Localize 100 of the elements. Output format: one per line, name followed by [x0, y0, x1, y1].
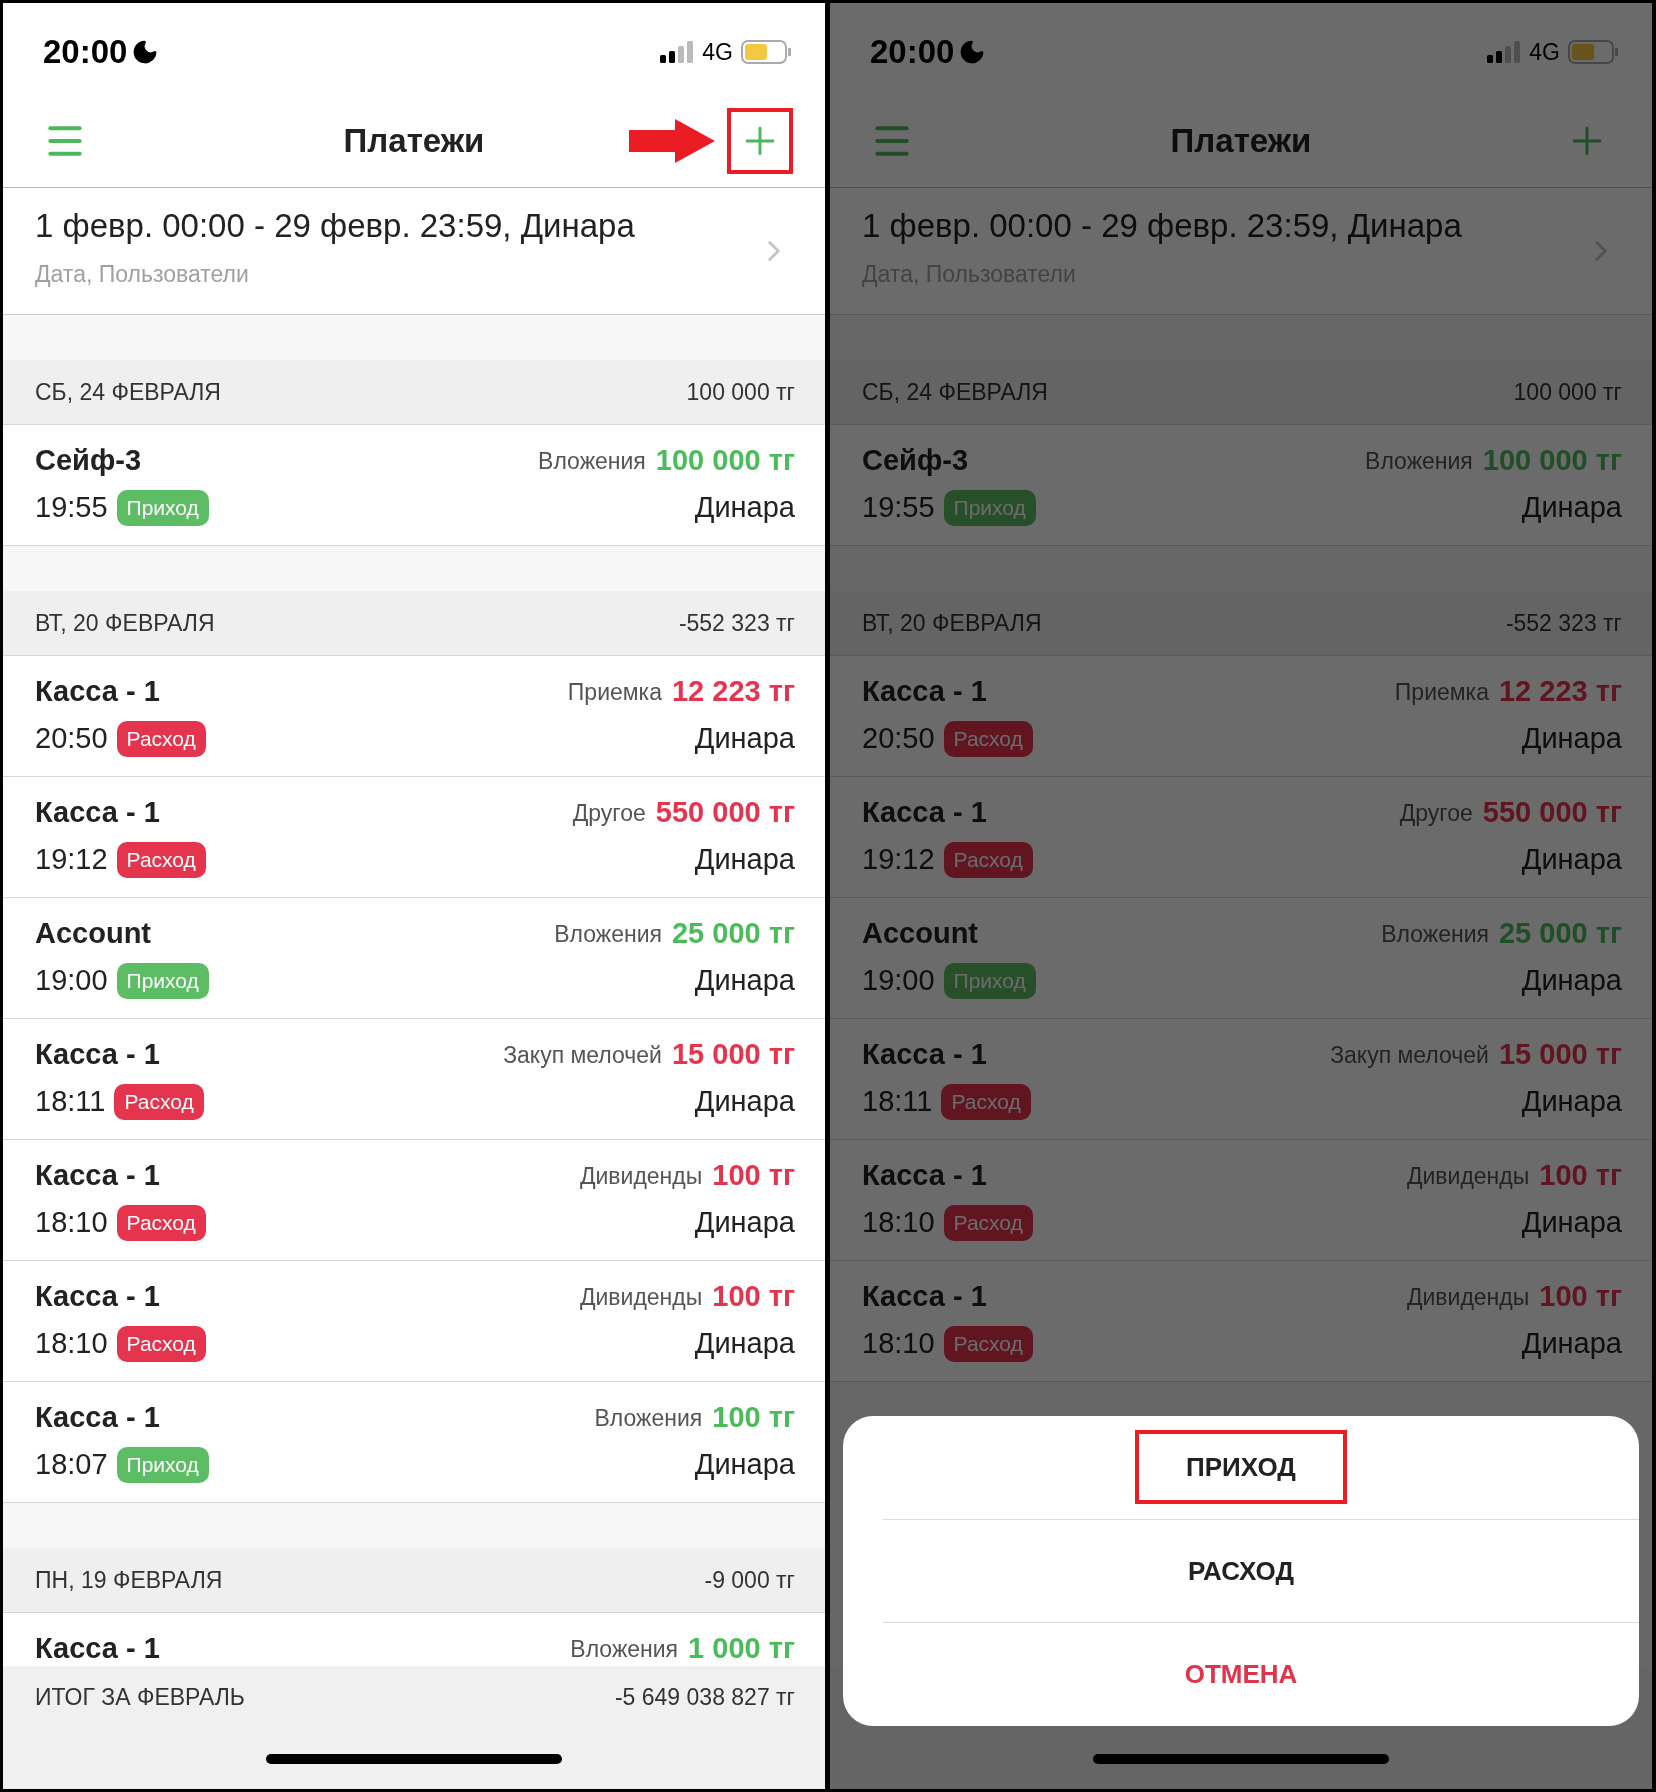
category-label: Вложения [1381, 919, 1489, 949]
account-name: Сейф-3 [35, 443, 142, 479]
clock-time: 20:00 [870, 32, 955, 73]
payment-row[interactable]: Account Вложения 25 000 тг 19:00 Приход Динара [830, 898, 1652, 1019]
payment-row[interactable]: Касса - 1 Дивиденды 100 тг 18:10 Расход Динара [830, 1140, 1652, 1261]
category-label: Вложения [538, 446, 646, 476]
sheet-option[interactable]: РАСХОД [1135, 1534, 1347, 1608]
user-name: Динара [1521, 721, 1622, 757]
amount-text: 100 тг [1539, 1279, 1622, 1315]
user-name: Динара [1521, 1326, 1622, 1362]
category-label: Закуп мелочей [503, 1040, 662, 1070]
date-label: ВТ, 20 ФЕВРАЛЯ [862, 608, 1042, 638]
amount-text: 15 000 тг [671, 1037, 795, 1073]
filter-row[interactable]: 1 февр. 00:00 - 29 февр. 23:59, Динара Дата, Пользователи [3, 188, 825, 315]
payment-row[interactable]: Касса - 1 Вложения 1 000 тг [3, 1613, 825, 1666]
day-total: -9 000 тг [704, 1565, 795, 1595]
account-name: Касса - 1 [35, 795, 160, 831]
account-name: Касса - 1 [862, 795, 987, 831]
time-text: 19:00 [35, 963, 108, 999]
amount-text: 12 223 тг [1498, 674, 1622, 710]
time-text: 19:55 [35, 490, 108, 526]
type-tag: Расход [114, 1084, 204, 1120]
payment-row[interactable]: Касса - 1 Приемка 12 223 тг 20:50 Расход Динара [3, 656, 825, 777]
screen-title: Платежи [343, 121, 485, 162]
user-name: Динара [694, 963, 795, 999]
add-button[interactable] [727, 108, 793, 174]
filter-subtitle: Дата, Пользователи [35, 259, 250, 289]
time-text: 20:50 [35, 721, 108, 757]
time-text: 19:00 [862, 963, 935, 999]
category-label: Приемка [1394, 677, 1489, 707]
user-name: Динара [694, 721, 795, 757]
amount-text: 100 тг [1539, 1158, 1622, 1194]
date-label: СБ, 24 ФЕВРАЛЯ [862, 377, 1048, 407]
time-text: 18:07 [35, 1447, 108, 1483]
time-text: 18:11 [35, 1084, 106, 1120]
total-label: ИТОГ ЗА ФЕВРАЛЬ [35, 1682, 245, 1712]
type-tag: Расход [116, 1326, 206, 1362]
time-text: 20:50 [862, 721, 935, 757]
amount-text: 1 000 тг [688, 1631, 795, 1666]
category-label: Другое [1399, 798, 1473, 828]
amount-text: 100 тг [712, 1158, 795, 1194]
user-name: Динара [1521, 490, 1622, 526]
type-tag: Расход [943, 842, 1033, 878]
battery-icon [1568, 40, 1618, 64]
category-label: Дивиденды [1406, 1282, 1530, 1312]
payment-row[interactable]: Сейф-3 Вложения 100 000 тг 19:55 Приход Динара [3, 425, 825, 546]
amount-text: 550 000 тг [1482, 795, 1622, 831]
category-label: Дивиденды [1406, 1161, 1530, 1191]
payment-row[interactable]: Касса - 1 Другое 550 000 тг 19:12 Расход Динара [830, 777, 1652, 898]
payment-row[interactable]: Касса - 1 Другое 550 000 тг 19:12 Расход Динара [3, 777, 825, 898]
type-tag: Приход [943, 963, 1036, 999]
user-name: Динара [694, 1205, 795, 1241]
signal-icon [660, 41, 695, 63]
user-name: Динара [1521, 1205, 1622, 1241]
amount-text: 100 тг [712, 1279, 795, 1315]
day-total: 100 000 тг [1513, 377, 1622, 407]
category-label: Вложения [1365, 446, 1473, 476]
payment-row[interactable]: Касса - 1 Закуп мелочей 15 000 тг 18:11 Расход Динара [830, 1019, 1652, 1140]
time-text: 18:10 [862, 1326, 935, 1362]
user-name: Динара [694, 1326, 795, 1362]
amount-text: 100 000 тг [1482, 443, 1622, 479]
category-label: Дивиденды [579, 1161, 703, 1191]
filter-title: 1 февр. 00:00 - 29 февр. 23:59, Динара [35, 206, 635, 246]
month-total: -5 649 038 827 тг [614, 1682, 795, 1712]
time-text: 19:12 [862, 842, 935, 878]
date-label: ПН, 19 ФЕВРАЛЯ [35, 1565, 223, 1595]
type-tag: Расход [941, 1084, 1031, 1120]
time-text: 18:10 [35, 1326, 108, 1362]
day-total: -552 323 тг [1505, 608, 1622, 638]
category-label: Приемка [567, 677, 662, 707]
payment-row[interactable]: Касса - 1 Дивиденды 100 тг 18:10 Расход Динара [3, 1140, 825, 1261]
sheet-option[interactable]: ПРИХОД [1135, 1430, 1347, 1505]
amount-text: 100 000 тг [655, 443, 795, 479]
sheet-option[interactable]: ОТМЕНА [1135, 1637, 1347, 1712]
type-tag: Приход [116, 490, 209, 526]
category-label: Вложения [554, 919, 662, 949]
payment-row[interactable]: Касса - 1 Вложения 100 тг 18:07 Приход Динара [3, 1382, 825, 1503]
payment-row[interactable]: Account Вложения 25 000 тг 19:00 Приход Динара [3, 898, 825, 1019]
type-tag: Расход [943, 1205, 1033, 1241]
payment-row[interactable]: Касса - 1 Закуп мелочей 15 000 тг 18:11 Расход Динара [3, 1019, 825, 1140]
account-name: Касса - 1 [35, 1158, 160, 1194]
account-name: Account [862, 916, 978, 952]
amount-text: 25 000 тг [671, 916, 795, 952]
date-label: СБ, 24 ФЕВРАЛЯ [35, 377, 221, 407]
time-text: 19:12 [35, 842, 108, 878]
time-text: 18:11 [862, 1084, 933, 1120]
payment-row[interactable]: Касса - 1 Дивиденды 100 тг 18:10 Расход Динара [830, 1261, 1652, 1382]
payment-row[interactable]: Касса - 1 Приемка 12 223 тг 20:50 Расход Динара [830, 656, 1652, 777]
amount-text: 550 000 тг [655, 795, 795, 831]
account-name: Касса - 1 [862, 1158, 987, 1194]
account-name: Сейф-3 [862, 443, 969, 479]
category-label: Вложения [594, 1403, 703, 1433]
clock-time: 20:00 [43, 32, 128, 73]
payment-row[interactable]: Сейф-3 Вложения 100 000 тг 19:55 Приход Динара [830, 425, 1652, 546]
amount-text: 12 223 тг [671, 674, 795, 710]
payment-row[interactable]: Касса - 1 Дивиденды 100 тг 18:10 Расход Динара [3, 1261, 825, 1382]
user-name: Динара [1521, 1084, 1622, 1120]
category-label: Дивиденды [579, 1282, 703, 1312]
type-tag: Приход [116, 963, 209, 999]
user-name: Динара [694, 1447, 795, 1483]
